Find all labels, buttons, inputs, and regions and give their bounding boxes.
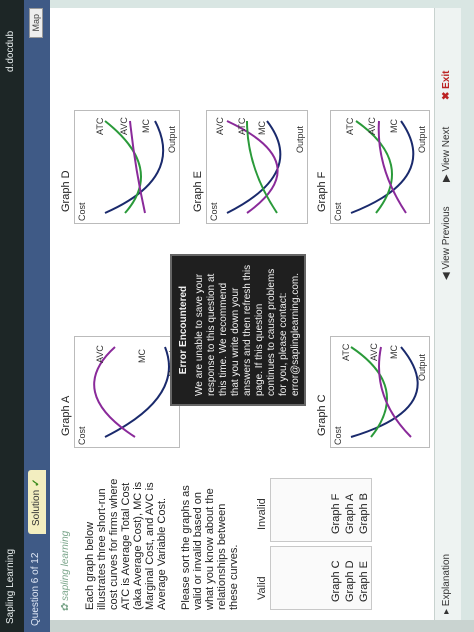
screen: Sapling Learning d.docdub Question 6 of …: [0, 0, 474, 632]
graph-f-cost-label: Cost: [333, 202, 343, 221]
left-strip: [50, 620, 474, 632]
graph-a-avc-label: AVC: [95, 345, 105, 363]
graph-a-plot: [93, 346, 170, 438]
valid-item[interactable]: Graph E: [358, 561, 370, 602]
graph-c-cost-label: Cost: [333, 426, 343, 445]
graph-c-mc-label: MC: [389, 345, 399, 359]
graph-d-title: Graph D: [60, 170, 72, 212]
graph-e-atc-label: ATC: [237, 117, 247, 135]
graph-a-cost-label: Cost: [77, 426, 87, 445]
graph-f-output-label: Output: [417, 125, 427, 153]
app-title: Sapling Learning: [5, 548, 16, 624]
graph-a-mc-label: MC: [137, 349, 147, 363]
error-dialog: Error Encountered We are unable to save …: [170, 254, 306, 406]
invalid-item[interactable]: Graph B: [358, 493, 370, 534]
circle-left-icon: ◀: [441, 269, 452, 280]
question-header: Question 6 of 12 Solution✓ Map: [24, 0, 50, 632]
graph-c-title: Graph C: [316, 394, 328, 436]
graph-e-output-label: Output: [295, 125, 305, 153]
question-counter: Question 6 of 12: [30, 552, 41, 626]
graph-f-atc-label: ATC: [345, 117, 355, 135]
graph-e-mc-label: MC: [257, 121, 267, 135]
tab-solution[interactable]: Solution✓: [28, 470, 46, 534]
graph-a-title: Graph A: [60, 395, 72, 436]
exit-icon: ✖: [441, 88, 452, 100]
check-icon: ✓: [31, 478, 42, 487]
invalid-label: Invalid: [256, 498, 268, 530]
graph-d[interactable]: Cost Output MC ATC AVC: [74, 110, 180, 224]
graph-e-avc-label: AVC: [215, 117, 225, 135]
sapling-logo: ✿ sapling learning: [60, 530, 71, 612]
graph-c-atc-label: ATC: [341, 343, 351, 361]
map-button[interactable]: Map: [29, 8, 43, 38]
graph-d-output-label: Output: [167, 125, 177, 153]
invalid-item[interactable]: Graph F: [330, 494, 342, 534]
graph-e[interactable]: Cost Output MC AVC ATC: [206, 110, 308, 224]
explanation-toggle[interactable]: ▸ Explanation: [441, 554, 452, 614]
instructions-text: Each graph below illustrates three short…: [84, 478, 168, 610]
valid-item[interactable]: Graph D: [344, 560, 356, 602]
graph-c-mc-curve: [350, 346, 419, 438]
error-email-link[interactable]: error@saplinglearning.com.: [290, 264, 302, 396]
graph-e-cost-label: Cost: [209, 202, 219, 221]
error-body: We are unable to save your response to t…: [194, 264, 289, 396]
valid-label: Valid: [256, 576, 268, 600]
graph-f-avc-label: AVC: [367, 117, 377, 135]
valid-item[interactable]: Graph C: [330, 560, 342, 602]
invalid-item[interactable]: Graph A: [344, 494, 356, 534]
graph-c[interactable]: Cost Output MC ATC AVC: [330, 336, 430, 448]
view-next-button[interactable]: ▶ View Next: [441, 127, 452, 182]
browser-bar: Sapling Learning d.docdub: [0, 0, 24, 632]
graph-c-output-label: Output: [417, 353, 427, 381]
graph-e-title: Graph E: [192, 171, 204, 212]
graph-e-avc-curve: [226, 120, 279, 214]
triangle-right-icon: ▸: [441, 606, 452, 614]
valid-drop-zone[interactable]: [270, 546, 372, 610]
graph-c-avc-label: AVC: [369, 343, 379, 361]
graph-f[interactable]: Cost Output MC ATC AVC: [330, 110, 430, 224]
graph-d-avc-label: AVC: [119, 117, 129, 135]
question-content: ✿ sapling learning Each graph below illu…: [50, 8, 434, 620]
graph-a[interactable]: Cost Output MC AVC: [74, 336, 180, 448]
graph-f-mc-curve: [350, 120, 415, 214]
invalid-drop-zone[interactable]: [270, 478, 372, 542]
graph-d-mc-label: MC: [141, 119, 151, 133]
graph-f-title: Graph F: [316, 171, 328, 212]
circle-right-icon: ▶: [441, 171, 452, 182]
footer-bar: ▸ Explanation ◀ View Previous ▶ View Nex…: [434, 8, 461, 620]
sort-instructions-text: Please sort the graphs as valid or inval…: [180, 485, 240, 610]
view-previous-button[interactable]: ◀ View Previous: [441, 206, 452, 280]
graph-d-atc-label: ATC: [95, 117, 105, 135]
graph-d-cost-label: Cost: [77, 202, 87, 221]
error-title: Error Encountered: [178, 285, 189, 375]
exit-button[interactable]: ✖ Exit: [441, 70, 452, 100]
browser-label: d.docdub: [5, 30, 16, 72]
graph-f-mc-label: MC: [389, 119, 399, 133]
